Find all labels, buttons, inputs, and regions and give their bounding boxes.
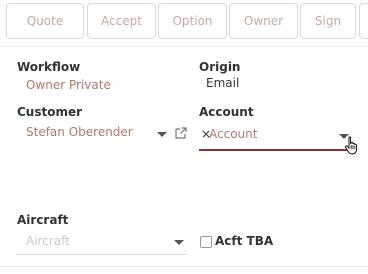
chevron-down-icon[interactable] [157, 132, 167, 137]
acft-tba-label: Acft TBA [215, 234, 274, 248]
account-select[interactable]: Account [209, 127, 257, 141]
customer-label: Customer [17, 105, 83, 119]
origin-label: Origin [199, 60, 241, 74]
customer-select[interactable]: Stefan Oberender [26, 125, 133, 139]
aircraft-select[interactable]: Aircraft [26, 234, 70, 248]
hand-cursor-icon [344, 136, 358, 155]
workflow-value: Owner Private [26, 78, 111, 92]
external-link-icon[interactable] [175, 127, 187, 139]
tab-sign[interactable]: Sign [300, 3, 356, 39]
chevron-down-icon[interactable] [174, 240, 184, 245]
acft-tba-checkbox[interactable] [200, 236, 212, 248]
tab-accept-label: Accept [101, 14, 142, 28]
tab-owner-label: Owner [243, 14, 284, 28]
tab-option-label: Option [172, 14, 213, 28]
workflow-label: Workflow [17, 60, 81, 74]
aircraft-label: Aircraft [17, 213, 69, 227]
aircraft-underline [17, 254, 187, 255]
divider [0, 266, 368, 267]
account-active-underline [199, 149, 356, 151]
origin-value: Email [206, 76, 240, 90]
tab-quote-label: Quote [26, 14, 64, 28]
tab-overflow[interactable] [359, 3, 368, 39]
tab-accept[interactable]: Accept [87, 3, 156, 39]
workflow-tabs-bar: Quote Accept Option Owner Sign [0, 0, 368, 48]
tab-option[interactable]: Option [158, 3, 227, 39]
account-label: Account [199, 105, 254, 119]
tab-owner[interactable]: Owner [229, 3, 298, 39]
tab-sign-label: Sign [314, 14, 342, 28]
divider [0, 46, 368, 47]
tab-quote[interactable]: Quote [6, 3, 84, 39]
